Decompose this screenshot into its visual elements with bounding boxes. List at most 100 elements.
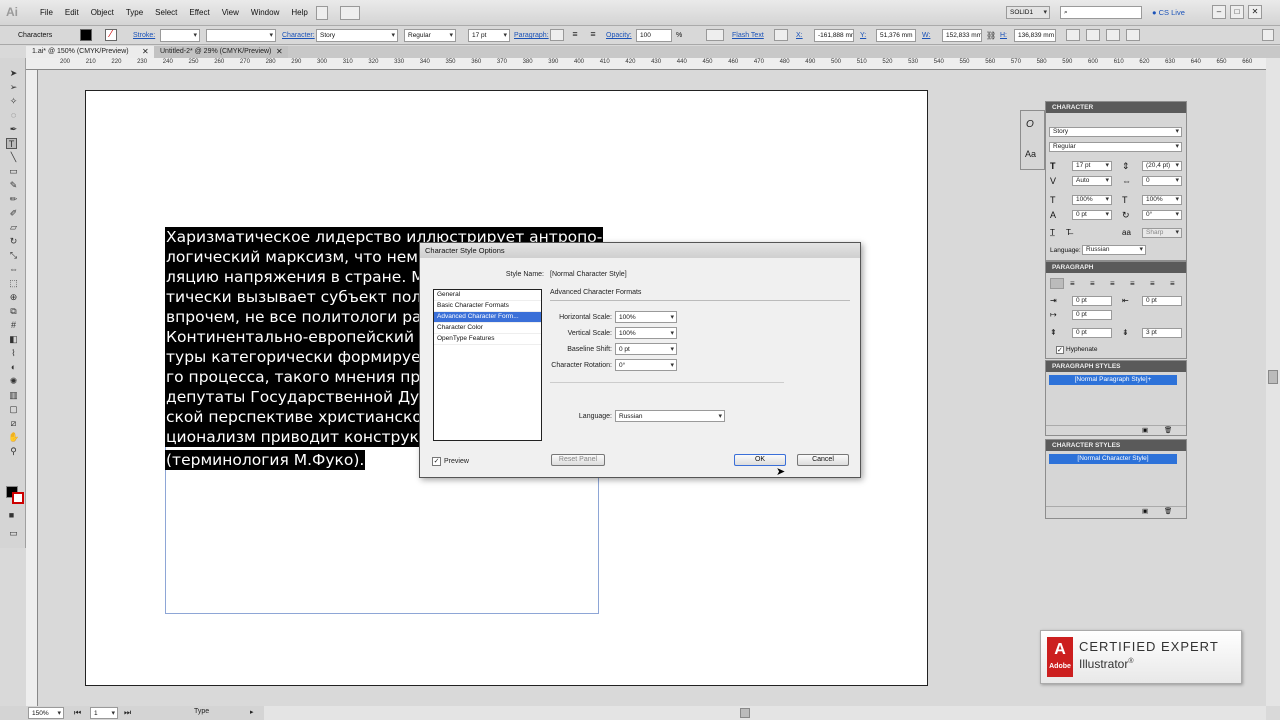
- artboard-tool-icon[interactable]: ▢: [8, 404, 19, 415]
- text-line[interactable]: ской перспективе христианско-д: [165, 407, 440, 427]
- fill-swatch[interactable]: [80, 29, 92, 41]
- menu-help[interactable]: Help: [285, 6, 313, 20]
- lasso-tool-icon[interactable]: ◌: [8, 110, 19, 121]
- first-artboard-icon[interactable]: ⏮: [74, 708, 81, 718]
- close-tab-icon[interactable]: ✕: [142, 46, 149, 58]
- paintbrush-tool-icon[interactable]: ✎: [8, 180, 19, 191]
- tab-document-2[interactable]: Untitled-2* @ 29% (CMYK/Preview): [154, 46, 288, 58]
- paragraph-panel-title[interactable]: PARAGRAPH: [1046, 262, 1186, 273]
- list-item-general[interactable]: General: [434, 290, 541, 301]
- space-before-input[interactable]: 0 pt: [1072, 328, 1112, 338]
- panel-font-style[interactable]: Regular: [1049, 142, 1182, 152]
- outline-icon[interactable]: [1126, 29, 1140, 41]
- panel-language[interactable]: Russian: [1082, 245, 1146, 255]
- panel-anti-aliasing[interactable]: Sharp: [1142, 228, 1182, 238]
- v-scale-input[interactable]: 100%: [615, 327, 677, 339]
- stroke-weight[interactable]: [160, 29, 200, 42]
- menu-view[interactable]: View: [216, 6, 245, 20]
- text-line[interactable]: депутаты Государственной Дум: [165, 387, 432, 407]
- panel-leading[interactable]: (20,4 pt): [1142, 161, 1182, 171]
- menu-file[interactable]: File: [34, 6, 59, 20]
- paragraph-styles-title[interactable]: PARAGRAPH STYLES: [1046, 361, 1186, 372]
- normal-paragraph-style[interactable]: [Normal Paragraph Style]+: [1049, 375, 1177, 385]
- font-family-select[interactable]: Story: [316, 29, 398, 42]
- reference-point-icon[interactable]: [774, 29, 788, 41]
- tab-document-1[interactable]: 1.ai* @ 150% (CMYK/Preview): [26, 46, 154, 58]
- arrange-documents-icon[interactable]: [340, 6, 360, 20]
- reset-panel-button[interactable]: Reset Panel: [551, 454, 605, 466]
- list-item-advanced-formats[interactable]: Advanced Character Form...: [434, 312, 541, 323]
- justify-left-icon[interactable]: ≡: [1110, 279, 1115, 288]
- text-line[interactable]: ляцию напряжения в стране. Ме: [165, 267, 436, 287]
- first-line-indent-input[interactable]: 0 pt: [1072, 310, 1112, 320]
- align-right-icon[interactable]: ≡: [1090, 279, 1095, 288]
- variable-width[interactable]: [206, 29, 276, 42]
- character-link[interactable]: Character:: [282, 26, 315, 45]
- menu-effect[interactable]: Effect: [183, 6, 215, 20]
- panel-font-family[interactable]: Story: [1049, 127, 1182, 137]
- control-menu-icon[interactable]: [1262, 29, 1274, 41]
- panel-vertical-scale[interactable]: 100%: [1072, 195, 1112, 205]
- left-indent-input[interactable]: 0 pt: [1072, 296, 1112, 306]
- text-line[interactable]: (терминология М.Фуко).: [165, 450, 366, 470]
- gradient-tool-icon[interactable]: ◧: [8, 334, 19, 345]
- shape-builder-tool-icon[interactable]: ⊕: [8, 292, 19, 303]
- character-panel-icon[interactable]: O: [1026, 119, 1034, 130]
- menu-object[interactable]: Object: [85, 6, 120, 20]
- current-tool-status[interactable]: Type: [194, 708, 209, 715]
- justify-right-icon[interactable]: ≡: [1150, 279, 1155, 288]
- pencil-tool-icon[interactable]: ✏: [8, 194, 19, 205]
- language-select[interactable]: Russian: [615, 410, 725, 422]
- character-styles-title[interactable]: CHARACTER STYLES: [1046, 440, 1186, 451]
- status-menu-icon[interactable]: ▸: [250, 708, 254, 716]
- panel-horizontal-scale[interactable]: 100%: [1142, 195, 1182, 205]
- text-line[interactable]: Континентально-европейский ти: [165, 327, 440, 347]
- stroke-link[interactable]: Stroke:: [133, 26, 155, 45]
- close-button[interactable]: ✕: [1248, 5, 1262, 19]
- flash-text-link[interactable]: Flash Text: [732, 26, 764, 45]
- font-size-select[interactable]: 17 pt: [468, 29, 510, 42]
- hyphenate-checkbox[interactable]: ✓: [1056, 346, 1064, 354]
- selection-tool-icon[interactable]: ➤: [8, 68, 19, 79]
- eyedropper-tool-icon[interactable]: ⌇: [8, 348, 19, 359]
- opacity-input[interactable]: 100: [636, 29, 672, 42]
- delete-style-icon[interactable]: 🗑: [1164, 426, 1172, 434]
- horizontal-scroll-thumb[interactable]: [740, 708, 750, 718]
- justify-center-icon[interactable]: ≡: [1130, 279, 1135, 288]
- zoom-tool-icon[interactable]: ⚲: [8, 446, 19, 457]
- h-scale-input[interactable]: 100%: [615, 311, 677, 323]
- close-tab-icon[interactable]: ✕: [276, 46, 283, 58]
- new-style-icon[interactable]: ▣: [1142, 507, 1148, 515]
- next-artboard-icon[interactable]: ⏭: [124, 708, 131, 718]
- menu-select[interactable]: Select: [149, 6, 183, 20]
- column-graph-tool-icon[interactable]: ▥: [8, 390, 19, 401]
- blend-tool-icon[interactable]: ◐: [8, 362, 19, 373]
- align-left-icon[interactable]: [550, 29, 564, 41]
- width-tool-icon[interactable]: ⇔: [8, 264, 19, 275]
- pen-tool-icon[interactable]: ✒: [8, 124, 19, 135]
- panel-font-size[interactable]: 17 pt: [1072, 161, 1112, 171]
- menu-edit[interactable]: Edit: [59, 6, 85, 20]
- font-style-select[interactable]: Regular: [404, 29, 456, 42]
- text-line[interactable]: туры категорически формирует: [165, 347, 431, 367]
- justify-all-icon[interactable]: ≡: [1170, 279, 1175, 288]
- hand-tool-icon[interactable]: ✋: [8, 432, 19, 443]
- height-input[interactable]: 136,839 mm: [1014, 29, 1056, 42]
- line-tool-icon[interactable]: ╲: [8, 152, 19, 163]
- list-item-basic-formats[interactable]: Basic Character Formats: [434, 301, 541, 312]
- rotate-tool-icon[interactable]: ↻: [8, 236, 19, 247]
- panel-baseline-shift[interactable]: 0 pt: [1072, 210, 1112, 220]
- scale-tool-icon[interactable]: ⤡: [8, 250, 19, 261]
- style-name-value[interactable]: [Normal Character Style]: [550, 271, 627, 278]
- underline-icon[interactable]: T̲: [1050, 228, 1055, 237]
- free-transform-tool-icon[interactable]: ⬚: [8, 278, 19, 289]
- list-item-opentype[interactable]: OpenType Features: [434, 334, 541, 345]
- mesh-tool-icon[interactable]: #: [8, 320, 19, 331]
- horizontal-scrollbar[interactable]: [264, 706, 1266, 720]
- preview-checkbox[interactable]: ✓: [432, 457, 441, 466]
- menu-type[interactable]: Type: [120, 6, 149, 20]
- search-input[interactable]: ⌕: [1060, 6, 1142, 19]
- space-after-input[interactable]: 3 pt: [1142, 328, 1182, 338]
- character-panel-title[interactable]: CHARACTER: [1046, 102, 1186, 113]
- eraser-tool-icon[interactable]: ▱: [8, 222, 19, 233]
